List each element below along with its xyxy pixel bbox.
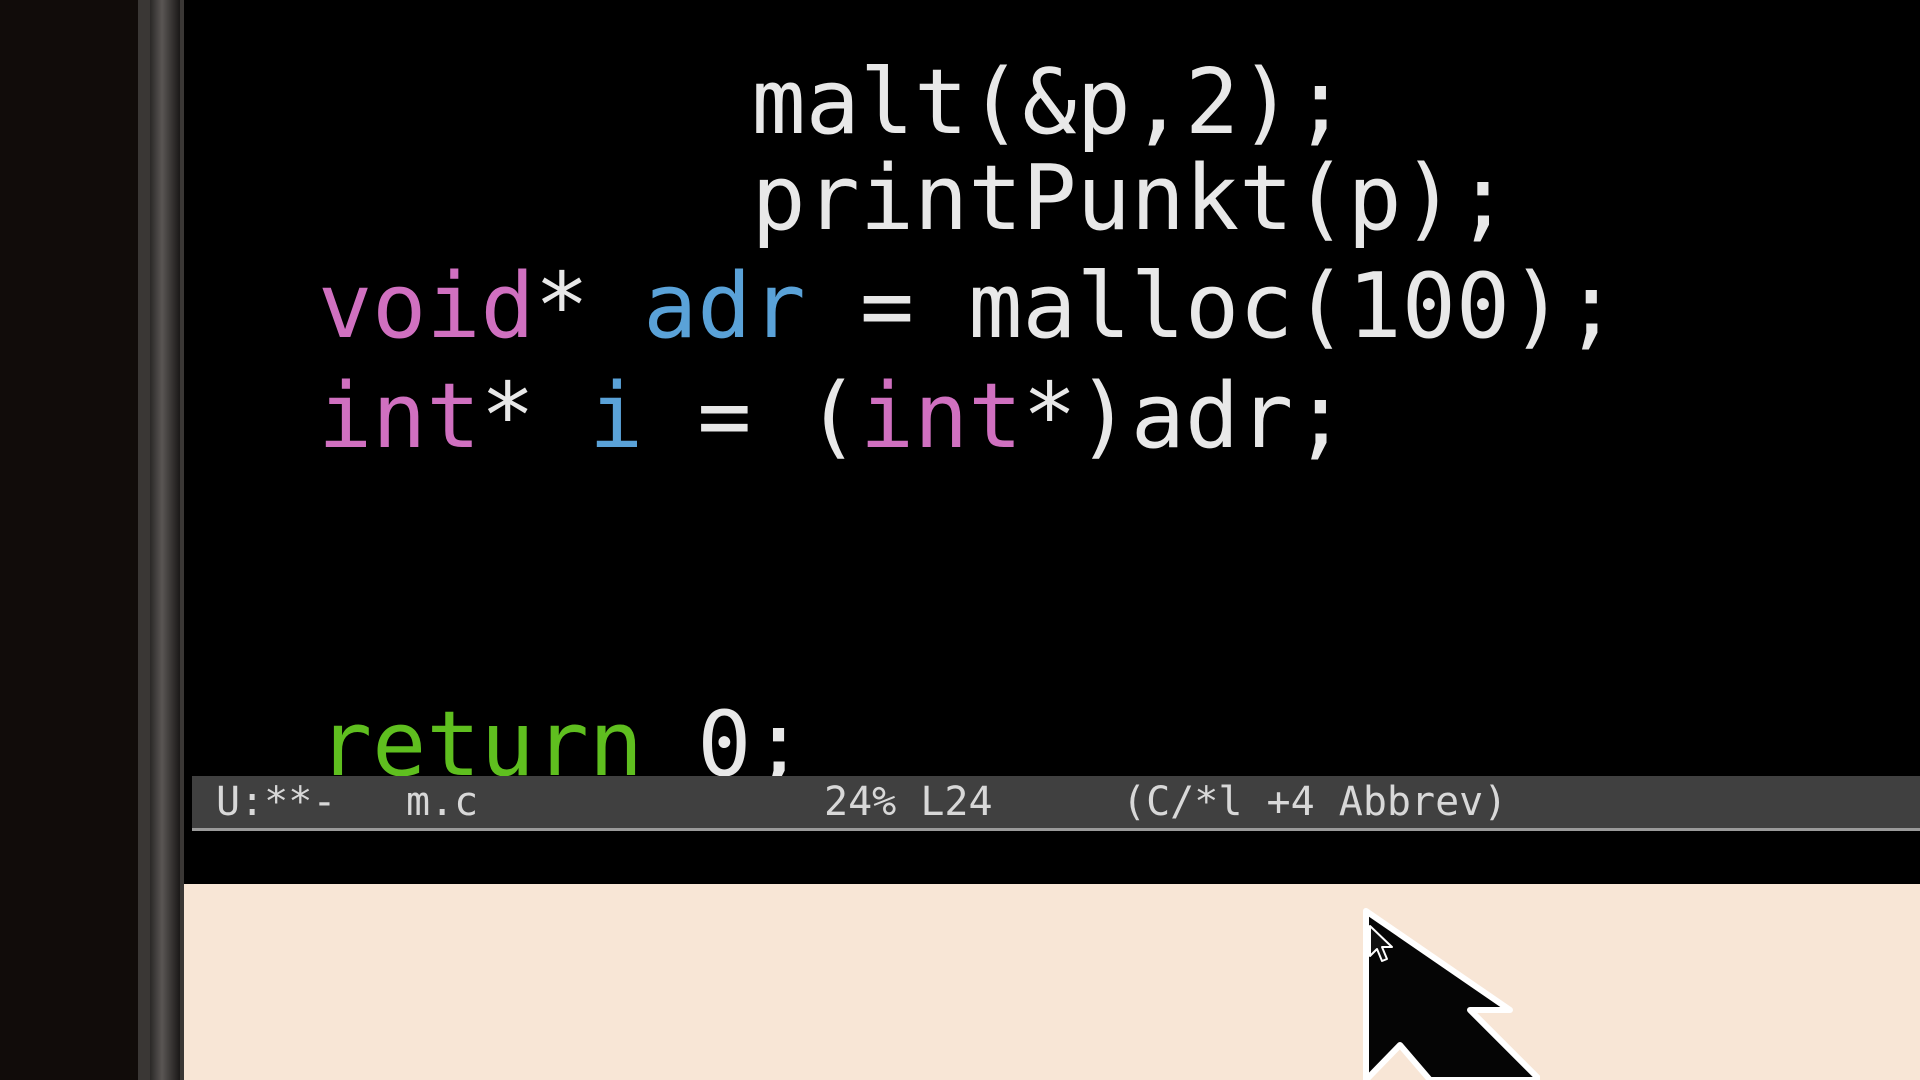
arrow-cursor-icon (1369, 925, 1393, 962)
desktop-left-strip (0, 0, 138, 1080)
type-keyword: int (318, 364, 481, 469)
buffer-status: U:**- (216, 779, 337, 825)
window-scrollbar-edge[interactable] (150, 0, 180, 1080)
type-keyword: void (318, 254, 535, 359)
variable-name: i (588, 364, 644, 469)
editor-buffer[interactable]: malt(&p,2); printPunkt(p); void* adr = m… (184, 0, 1920, 776)
code-text: printPunkt(p); (751, 146, 1511, 251)
code-line-return: return 0; (318, 690, 806, 776)
code-line-cast: int* i = (int*)adr; (318, 362, 1348, 472)
variable-name: adr (643, 254, 806, 359)
emacs-window: malt(&p,2); printPunkt(p); void* adr = m… (184, 0, 1920, 884)
minibuffer[interactable] (184, 831, 1920, 884)
mode-line[interactable]: U:**- m.c 24% L24 (C/*l +4 Abbrev) (192, 776, 1920, 831)
pointer-star: * (534, 254, 589, 359)
cursor-position: 24% L24 (824, 779, 993, 825)
screen: malt(&p,2); printPunkt(p); void* adr = m… (0, 0, 1920, 1080)
code-text: *)adr; (1022, 364, 1348, 469)
pointer-star: * (480, 364, 589, 469)
major-mode[interactable]: (C/*l +4 Abbrev) (1122, 776, 1507, 828)
code-text: 0; (643, 692, 806, 776)
type-keyword: int (859, 364, 1023, 469)
code-line-malloc: void* adr = malloc(100); (318, 252, 1618, 362)
desktop-background (184, 884, 1920, 1080)
code-text: = malloc(100); (805, 254, 1619, 359)
return-keyword: return (318, 692, 644, 776)
buffer-name[interactable]: m.c (406, 776, 478, 828)
code-text: = ( (643, 364, 860, 469)
